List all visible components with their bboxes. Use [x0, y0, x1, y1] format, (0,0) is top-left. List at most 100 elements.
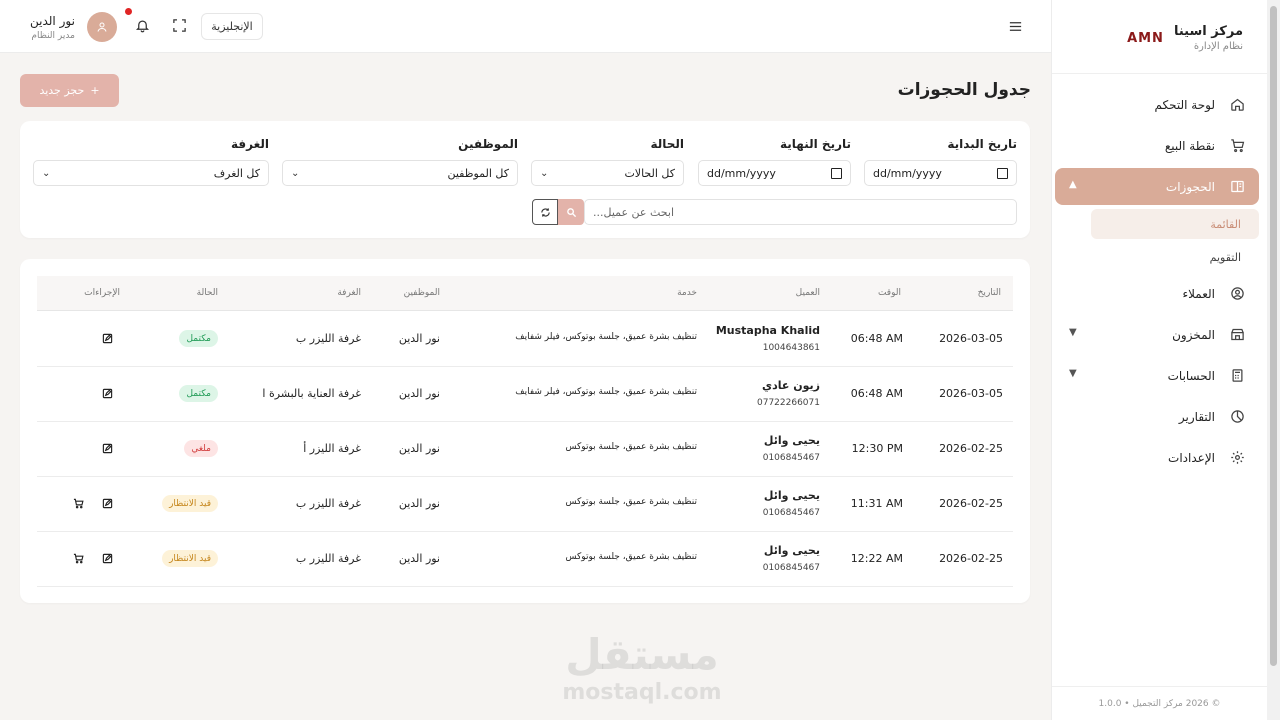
start-date-input[interactable]: dd/mm/yyyy [864, 160, 1017, 186]
cell-staff: نور الدين [398, 552, 440, 565]
fullscreen-button[interactable] [172, 18, 188, 34]
calendar-icon[interactable] [831, 167, 842, 179]
edit-button[interactable] [101, 497, 113, 509]
cell-client-name: زيون عادي [762, 379, 820, 392]
cell-client-name: يحيى وائل [763, 489, 820, 502]
new-booking-label: حجز جديد [39, 84, 85, 97]
search-group: ابحث عن عميل... [532, 199, 1017, 225]
edit-icon [102, 443, 112, 453]
new-booking-button[interactable]: حجز جديد + [20, 74, 119, 107]
cell-client-name: Mustapha Khalid [715, 324, 820, 337]
edit-icon [102, 388, 112, 398]
refresh-icon [540, 207, 550, 217]
brand-text: مركز اسينا نظام الإدارة [1174, 24, 1243, 52]
sidebar-item-label: الحسابات [1167, 368, 1215, 383]
sidebar-item-label: المخزون [1172, 327, 1215, 342]
status-badge: ملغي [184, 440, 218, 457]
pos-button[interactable] [72, 497, 84, 509]
cell-time: 06:48 AM [850, 387, 903, 400]
sidebar-item-bookings[interactable]: الحجوزات ▲ [1055, 168, 1259, 205]
edit-button[interactable] [101, 552, 113, 564]
table-row[interactable]: 2026-03-05 06:48 AM Mustapha Khalid 1004643… [37, 312, 1013, 367]
chevron-down-icon: ⌄ [42, 167, 51, 179]
cell-room: غرفة الليزر ب [295, 552, 361, 565]
table-header: التاريخ الوقت العميل خدمة الموظفين الغرف… [37, 276, 1013, 311]
sidebar-item-label: العملاء [1182, 286, 1215, 301]
sidebar-item-settings[interactable]: الإعدادات [1055, 439, 1259, 476]
edit-icon [102, 498, 112, 508]
edit-button[interactable] [101, 332, 113, 344]
status-badge: مكتمل [179, 385, 218, 402]
th-date: التاريخ [977, 288, 1001, 298]
sidebar-subitem-list[interactable]: القائمة [1091, 209, 1259, 239]
table-row[interactable]: 2026-02-25 12:22 AM يحيى وائل 0106845467 تنظ… [37, 532, 1013, 587]
brand-logo: AMN [1127, 30, 1164, 46]
sidebar-item-reports[interactable]: التقارير [1055, 398, 1259, 435]
end-date-label: تاريخ النهاية [780, 137, 851, 151]
cell-date: 2026-03-05 [939, 332, 1003, 345]
chevron-down-icon: ⌄ [540, 167, 549, 179]
cell-room: غرفة الليزر ب [295, 332, 361, 345]
sidebar-item-clients[interactable]: العملاء [1055, 275, 1259, 312]
sidebar-item-label: التقارير [1178, 409, 1215, 424]
page-scrollbar[interactable] [1267, 0, 1280, 720]
brand-title: مركز اسينا [1173, 24, 1243, 39]
status-select[interactable]: كل الحالات ⌄ [531, 160, 684, 186]
notifications-button[interactable] [125, 8, 151, 34]
chevron-down-icon: ⌄ [291, 167, 300, 179]
cell-date: 2026-02-25 [939, 552, 1003, 565]
sidebar-nav: لوحة التحكم نقطة البيع الحجوزات ▲ القائم… [1055, 86, 1259, 480]
brand-divider [1052, 73, 1267, 74]
brand[interactable]: مركز اسينا نظام الإدارة AMN [1076, 18, 1243, 58]
staff-select[interactable]: كل الموظفين ⌄ [282, 160, 518, 186]
sidebar-item-label: الإعدادات [1168, 450, 1215, 465]
calendar-icon[interactable] [997, 167, 1008, 179]
watermark-english: mostaql.com [562, 680, 722, 705]
search-button[interactable] [558, 199, 584, 225]
table-row[interactable]: 2026-03-05 06:48 AM زيون عادي 07722266071 تن… [37, 367, 1013, 422]
table-row[interactable]: 2026-02-25 12:30 PM يحيى وائل 0106845467 تنظ… [37, 422, 1013, 477]
th-staff: الموظفين [403, 288, 440, 298]
chevron-up-icon[interactable]: ▲ [1069, 179, 1077, 190]
sidebar-item-accounts[interactable]: الحسابات ▼ [1055, 357, 1259, 394]
chevron-down-icon[interactable]: ▼ [1069, 327, 1077, 338]
end-date-input[interactable]: dd/mm/yyyy [698, 160, 851, 186]
edit-button[interactable] [101, 387, 113, 399]
cell-client-phone: 07722266071 [757, 398, 820, 408]
store-icon [1229, 327, 1245, 343]
scrollbar-thumb[interactable] [1270, 6, 1277, 666]
pos-button[interactable] [72, 552, 84, 564]
room-select[interactable]: كل الغرف ⌄ [33, 160, 269, 186]
watermark-arabic: مستقل [565, 630, 719, 679]
sidebar-item-dashboard[interactable]: لوحة التحكم [1055, 86, 1259, 123]
sidebar-item-pos[interactable]: نقطة البيع [1055, 127, 1259, 164]
table-row[interactable]: 2026-02-25 11:31 AM يحيى وائل 0106845467 تنظ… [37, 477, 1013, 532]
sidebar-subitem-calendar[interactable]: التقويم [1055, 242, 1259, 272]
book-icon [1229, 179, 1245, 195]
th-actions: الإجراءات [84, 288, 120, 298]
cell-staff: نور الدين [398, 387, 440, 400]
search-input[interactable]: ابحث عن عميل... [584, 199, 1017, 225]
edit-button[interactable] [101, 442, 113, 454]
menu-toggle-button[interactable] [1008, 19, 1024, 35]
sidebar-item-inventory[interactable]: المخزون ▼ [1055, 316, 1259, 353]
status-badge: قيد الانتظار [162, 495, 218, 512]
pie-chart-icon [1229, 409, 1245, 425]
language-button[interactable]: الإنجليزية [201, 13, 263, 40]
edit-icon [102, 333, 112, 343]
user-circle-icon [1229, 286, 1245, 302]
watermark: مستقل mostaql.com [562, 630, 722, 705]
sidebar: مركز اسينا نظام الإدارة AMN لوحة التحكم … [1051, 0, 1267, 720]
user-menu[interactable]: نور الدين مدير النظام [30, 12, 117, 42]
chevron-down-icon[interactable]: ▼ [1069, 368, 1077, 379]
avatar[interactable] [86, 12, 117, 42]
room-select-value: كل الغرف [213, 166, 260, 180]
cell-staff: نور الدين [398, 442, 440, 455]
cell-date: 2026-02-25 [939, 442, 1003, 455]
page-title: جدول الحجوزات [897, 80, 1031, 100]
cart-icon [73, 498, 84, 508]
staff-select-value: كل الموظفين [447, 166, 509, 180]
user-text: نور الدين مدير النظام [30, 14, 75, 41]
reset-button[interactable] [532, 199, 558, 225]
cell-service: تنظيف بشرة عميق، جلسة بوتوكس [565, 497, 697, 507]
